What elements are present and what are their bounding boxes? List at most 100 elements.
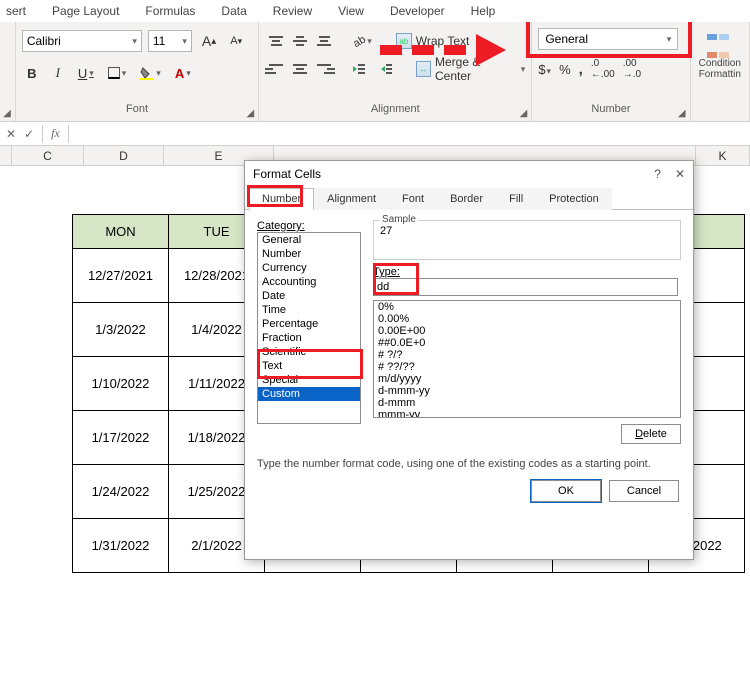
group-styles: Condition Formattin xyxy=(691,22,750,121)
list-item[interactable]: Accounting xyxy=(258,275,360,289)
list-item[interactable]: General xyxy=(258,233,360,247)
list-item-selected[interactable]: Custom xyxy=(258,387,360,401)
align-left-icon[interactable] xyxy=(265,59,287,79)
border-button[interactable]: ▾ xyxy=(104,62,131,84)
number-launcher-icon[interactable]: ◢ xyxy=(678,108,686,119)
list-item[interactable]: Currency xyxy=(258,261,360,275)
dialog-title: Format Cells xyxy=(253,167,321,181)
group-alignment: ab▾ abWrap Text ↔Merge & Center▾ Ali xyxy=(259,22,532,121)
fill-color-button[interactable]: ▾ xyxy=(136,62,165,84)
tab-insert[interactable]: sert xyxy=(6,4,26,18)
group-label: Number xyxy=(591,103,630,115)
list-item[interactable]: Scientific xyxy=(258,345,360,359)
type-input[interactable] xyxy=(373,278,678,296)
align-right-icon[interactable] xyxy=(313,59,335,79)
align-top-icon[interactable] xyxy=(265,31,287,51)
wrap-text-icon: ab xyxy=(396,33,412,49)
list-item[interactable]: 0% xyxy=(374,301,680,313)
merge-center-button[interactable]: ↔Merge & Center▾ xyxy=(416,58,525,80)
tab-fill[interactable]: Fill xyxy=(496,188,536,210)
ribbon: ◢ Calibri▾ 11▾ A▴ A▾ B I U▾ ▾ ▾ A▾ Font ◢ xyxy=(0,22,750,122)
tab-help[interactable]: Help xyxy=(471,4,496,18)
dialog-tabs: Number Alignment Font Border Fill Protec… xyxy=(245,187,693,210)
list-item[interactable]: m/d/yyyy xyxy=(374,373,680,385)
tab-border[interactable]: Border xyxy=(437,188,496,210)
delete-button[interactable]: Delete xyxy=(621,424,681,444)
list-item[interactable]: Time xyxy=(258,303,360,317)
group-label: Alignment xyxy=(371,103,420,115)
align-middle-icon[interactable] xyxy=(289,31,311,51)
currency-button[interactable]: $▾ xyxy=(538,62,551,77)
percent-button[interactable]: % xyxy=(559,62,571,77)
tab-page-layout[interactable]: Page Layout xyxy=(52,4,119,18)
dialog-help-icon[interactable]: ? xyxy=(654,167,661,181)
sample-box: Sample 27 xyxy=(373,220,681,260)
list-item[interactable]: Fraction xyxy=(258,331,360,345)
underline-button[interactable]: U▾ xyxy=(74,62,98,84)
tab-formulas[interactable]: Formulas xyxy=(145,4,195,18)
category-label: Category: xyxy=(257,220,361,232)
list-item[interactable]: mmm-yy xyxy=(374,409,680,418)
increase-indent-icon[interactable] xyxy=(375,58,396,80)
list-item[interactable]: ##0.0E+0 xyxy=(374,337,680,349)
tab-font[interactable]: Font xyxy=(389,188,437,210)
font-color-button[interactable]: A▾ xyxy=(171,62,195,84)
cancel-button[interactable]: Cancel xyxy=(609,480,679,502)
list-item[interactable]: Percentage xyxy=(258,317,360,331)
fx-cancel-icon[interactable]: ✕ xyxy=(6,127,16,141)
ok-button[interactable]: OK xyxy=(531,480,601,502)
tab-alignment[interactable]: Alignment xyxy=(314,188,389,210)
fx-accept-icon[interactable]: ✓ xyxy=(24,127,34,141)
list-item[interactable]: Special xyxy=(258,373,360,387)
merge-icon: ↔ xyxy=(416,61,431,77)
tab-developer[interactable]: Developer xyxy=(390,4,445,18)
tab-view[interactable]: View xyxy=(338,4,364,18)
list-item[interactable]: Text xyxy=(258,359,360,373)
orientation-button[interactable]: ab▾ xyxy=(347,30,376,52)
conditional-formatting-icon[interactable] xyxy=(706,28,734,56)
col-k[interactable]: K xyxy=(696,146,750,165)
list-item[interactable]: Number xyxy=(258,247,360,261)
list-item[interactable]: 0.00E+00 xyxy=(374,325,680,337)
align-bottom-icon[interactable] xyxy=(313,31,335,51)
align-center-icon[interactable] xyxy=(289,59,311,79)
tab-protection[interactable]: Protection xyxy=(536,188,612,210)
increase-decimal-icon[interactable]: .0←.00 xyxy=(591,58,615,80)
alignment-launcher-icon[interactable]: ◢ xyxy=(520,108,528,119)
increase-font-icon[interactable]: A▴ xyxy=(198,30,220,52)
list-item[interactable]: # ??/?? xyxy=(374,361,680,373)
list-item[interactable]: Date xyxy=(258,289,360,303)
font-launcher-icon[interactable]: ◢ xyxy=(247,108,255,119)
number-format-select[interactable]: General▾ xyxy=(538,28,678,50)
group-number: General▾ $▾ % , .0←.00 .00→.0 Number ◢ xyxy=(532,22,690,121)
font-name-select[interactable]: Calibri▾ xyxy=(22,30,142,52)
tab-review[interactable]: Review xyxy=(273,4,312,18)
decrease-font-icon[interactable]: A▾ xyxy=(226,30,246,52)
list-item[interactable]: d-mmm xyxy=(374,397,680,409)
fx-icon[interactable]: fx xyxy=(51,126,60,141)
col-d[interactable]: D xyxy=(84,146,164,165)
clipboard-launcher-icon[interactable]: ◢ xyxy=(3,108,11,119)
comma-button[interactable]: , xyxy=(579,61,583,78)
bold-button[interactable]: B xyxy=(22,62,42,84)
decrease-indent-icon[interactable] xyxy=(347,58,368,80)
col-c[interactable]: C xyxy=(12,146,84,165)
italic-button[interactable]: I xyxy=(48,62,68,84)
svg-text:ab: ab xyxy=(352,34,368,49)
format-cells-dialog: Format Cells ? ✕ Number Alignment Font B… xyxy=(244,160,694,560)
group-label: Font xyxy=(126,103,148,115)
header-mon: MON xyxy=(73,215,169,249)
decrease-decimal-icon[interactable]: .00→.0 xyxy=(623,58,641,80)
tab-number[interactable]: Number xyxy=(249,188,314,210)
wrap-text-button[interactable]: abWrap Text xyxy=(396,30,470,52)
list-item[interactable]: 0.00% xyxy=(374,313,680,325)
tab-data[interactable]: Data xyxy=(221,4,246,18)
group-font: Calibri▾ 11▾ A▴ A▾ B I U▾ ▾ ▾ A▾ Font ◢ xyxy=(16,22,259,121)
list-item[interactable]: # ?/? xyxy=(374,349,680,361)
format-list[interactable]: 0% 0.00% 0.00E+00 ##0.0E+0 # ?/? # ??/??… xyxy=(373,300,681,418)
list-item[interactable]: d-mmm-yy xyxy=(374,385,680,397)
type-label: Type: xyxy=(373,266,681,278)
category-list[interactable]: General Number Currency Accounting Date … xyxy=(257,232,361,424)
font-size-select[interactable]: 11▾ xyxy=(148,30,192,52)
dialog-close-icon[interactable]: ✕ xyxy=(675,167,685,181)
